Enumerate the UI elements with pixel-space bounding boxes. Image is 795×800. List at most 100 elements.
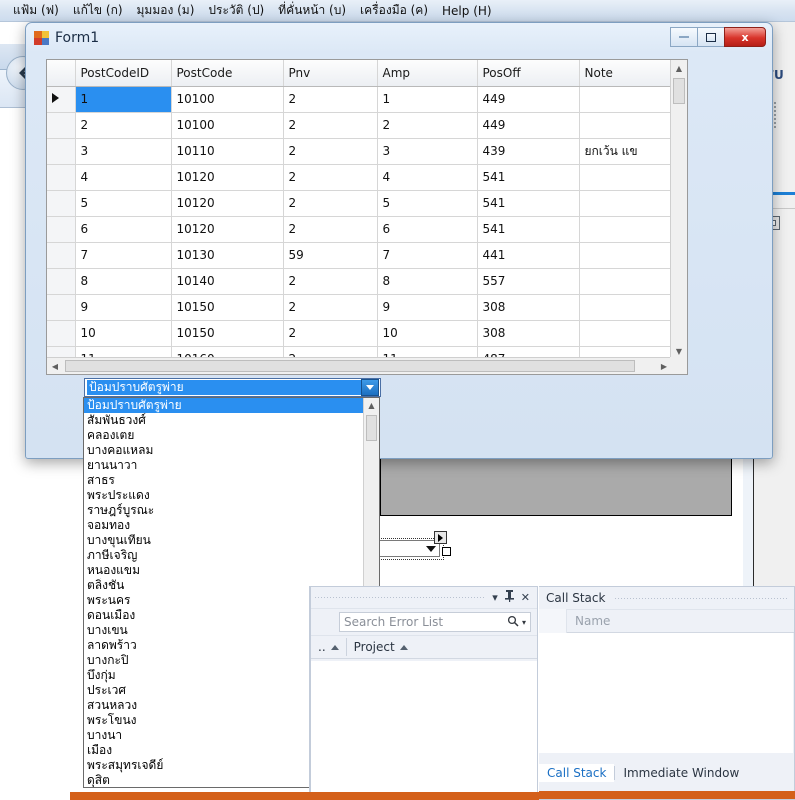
grid-hscroll-thumb[interactable] bbox=[65, 360, 635, 372]
row-selector-cell[interactable] bbox=[47, 190, 75, 216]
cell-pnv[interactable]: 2 bbox=[283, 190, 377, 216]
cell-note[interactable] bbox=[579, 216, 672, 242]
cell-amp[interactable]: 8 bbox=[377, 268, 477, 294]
column-header-postcode[interactable]: PostCode bbox=[171, 60, 283, 86]
dropdown-option[interactable]: สัมพันธวงศ์ bbox=[84, 413, 364, 428]
table-row[interactable]: 41012024541 bbox=[47, 164, 672, 190]
column-header-postcodeid[interactable]: PostCodeID bbox=[75, 60, 171, 86]
table-row[interactable]: 21010022449 bbox=[47, 112, 672, 138]
menu-file[interactable]: แฟ้ม (ฟ) bbox=[6, 0, 66, 22]
datagridview[interactable]: PostCodeID PostCode Pnv Amp PosOff Note … bbox=[46, 59, 688, 375]
table-row[interactable]: 11010021449 bbox=[47, 86, 672, 112]
search-options-chevron-icon[interactable]: ▾ bbox=[522, 618, 526, 627]
cell-postcodeid[interactable]: 1 bbox=[75, 86, 171, 112]
panel-dropdown-icon[interactable]: ▾ bbox=[492, 591, 498, 604]
column-header-posoff[interactable]: PosOff bbox=[477, 60, 579, 86]
cell-pnv[interactable]: 59 bbox=[283, 242, 377, 268]
row-selector-cell[interactable] bbox=[47, 216, 75, 242]
column-header-pnv[interactable]: Pnv bbox=[283, 60, 377, 86]
dropdown-scroll-up-icon[interactable]: ▲ bbox=[364, 398, 379, 413]
resize-handle[interactable] bbox=[442, 547, 451, 556]
cell-amp[interactable]: 5 bbox=[377, 190, 477, 216]
cell-posoff[interactable]: 308 bbox=[477, 320, 579, 346]
cell-note[interactable]: ยกเว้น แข bbox=[579, 138, 672, 164]
table-row[interactable]: 51012025541 bbox=[47, 190, 672, 216]
amphoe-combobox[interactable]: ป้อมปราบศัตรูพ่าย bbox=[84, 378, 381, 397]
cell-postcode[interactable]: 10100 bbox=[171, 86, 283, 112]
dropdown-option[interactable]: ยานนาวา bbox=[84, 458, 364, 473]
cell-postcode[interactable]: 10120 bbox=[171, 216, 283, 242]
cell-pnv[interactable]: 2 bbox=[283, 320, 377, 346]
cell-pnv[interactable]: 2 bbox=[283, 268, 377, 294]
cell-pnv[interactable]: 2 bbox=[283, 216, 377, 242]
row-selector-cell[interactable] bbox=[47, 138, 75, 164]
cell-postcodeid[interactable]: 5 bbox=[75, 190, 171, 216]
menu-help[interactable]: Help (H) bbox=[435, 2, 499, 20]
dropdown-option[interactable]: หนองแขม bbox=[84, 563, 364, 578]
column-header-amp[interactable]: Amp bbox=[377, 60, 477, 86]
cell-amp[interactable]: 4 bbox=[377, 164, 477, 190]
cell-postcodeid[interactable]: 8 bbox=[75, 268, 171, 294]
row-selector-cell[interactable] bbox=[47, 320, 75, 346]
smart-tag-handle[interactable] bbox=[434, 531, 447, 544]
dropdown-option[interactable]: พระประแดง bbox=[84, 488, 364, 503]
cell-note[interactable] bbox=[579, 294, 672, 320]
cell-postcode[interactable]: 10120 bbox=[171, 164, 283, 190]
cell-amp[interactable]: 2 bbox=[377, 112, 477, 138]
scroll-up-arrow-icon[interactable]: ▲ bbox=[671, 60, 687, 76]
cell-amp[interactable]: 9 bbox=[377, 294, 477, 320]
cell-postcode[interactable]: 10110 bbox=[171, 138, 283, 164]
cell-posoff[interactable]: 449 bbox=[477, 112, 579, 138]
cell-posoff[interactable]: 541 bbox=[477, 164, 579, 190]
table-row[interactable]: 1010150210308 bbox=[47, 320, 672, 346]
dropdown-option[interactable]: จอมทอง bbox=[84, 518, 364, 533]
form1-titlebar[interactable]: Form1 x bbox=[26, 23, 772, 53]
cell-pnv[interactable]: 2 bbox=[283, 164, 377, 190]
column-header-note[interactable]: Note bbox=[579, 60, 672, 86]
cell-postcode[interactable]: 10100 bbox=[171, 112, 283, 138]
row-selector-cell[interactable] bbox=[47, 242, 75, 268]
call-stack-body[interactable] bbox=[539, 633, 793, 753]
table-row[interactable]: 61012026541 bbox=[47, 216, 672, 242]
cell-posoff[interactable]: 541 bbox=[477, 190, 579, 216]
cell-postcodeid[interactable]: 9 bbox=[75, 294, 171, 320]
cell-postcode[interactable]: 10140 bbox=[171, 268, 283, 294]
cell-postcode[interactable]: 10150 bbox=[171, 320, 283, 346]
dropdown-option[interactable]: คลองเตย bbox=[84, 428, 364, 443]
menu-bookmarks[interactable]: ที่คั่นหน้า (บ) bbox=[271, 0, 353, 22]
drag-dots[interactable] bbox=[615, 598, 787, 599]
cell-pnv[interactable]: 2 bbox=[283, 294, 377, 320]
close-icon[interactable]: ✕ bbox=[521, 591, 530, 604]
cell-note[interactable] bbox=[579, 190, 672, 216]
row-selector-cell[interactable] bbox=[47, 294, 75, 320]
dropdown-option[interactable]: บางขุนเทียน bbox=[84, 533, 364, 548]
cell-postcodeid[interactable]: 3 bbox=[75, 138, 171, 164]
cell-postcode[interactable]: 10130 bbox=[171, 242, 283, 268]
cell-note[interactable] bbox=[579, 242, 672, 268]
drag-dots[interactable] bbox=[315, 597, 485, 598]
cell-postcodeid[interactable]: 10 bbox=[75, 320, 171, 346]
cell-note[interactable] bbox=[579, 268, 672, 294]
cell-posoff[interactable]: 308 bbox=[477, 294, 579, 320]
table-row[interactable]: 91015029308 bbox=[47, 294, 672, 320]
cell-amp[interactable]: 3 bbox=[377, 138, 477, 164]
error-list-body[interactable] bbox=[311, 661, 537, 799]
cell-pnv[interactable]: 2 bbox=[283, 138, 377, 164]
dropdown-option[interactable]: บางคอแหลม bbox=[84, 443, 364, 458]
dropdown-option[interactable]: ภาษีเจริญ bbox=[84, 548, 364, 563]
menu-tools[interactable]: เครื่องมือ (ค) bbox=[353, 0, 435, 22]
cell-postcode[interactable]: 10150 bbox=[171, 294, 283, 320]
tab-call-stack[interactable]: Call Stack bbox=[539, 764, 614, 782]
cell-note[interactable] bbox=[579, 164, 672, 190]
cell-pnv[interactable]: 2 bbox=[283, 86, 377, 112]
cell-postcode[interactable]: 10120 bbox=[171, 190, 283, 216]
cell-note[interactable] bbox=[579, 320, 672, 346]
cell-amp[interactable]: 7 bbox=[377, 242, 477, 268]
cell-note[interactable] bbox=[579, 86, 672, 112]
cell-posoff[interactable]: 449 bbox=[477, 86, 579, 112]
cell-postcodeid[interactable]: 4 bbox=[75, 164, 171, 190]
menu-history[interactable]: ประวัติ (ป) bbox=[201, 0, 271, 22]
close-button[interactable]: x bbox=[724, 27, 766, 47]
cell-postcodeid[interactable]: 7 bbox=[75, 242, 171, 268]
menu-edit[interactable]: แก้ไข (ก) bbox=[66, 0, 130, 22]
